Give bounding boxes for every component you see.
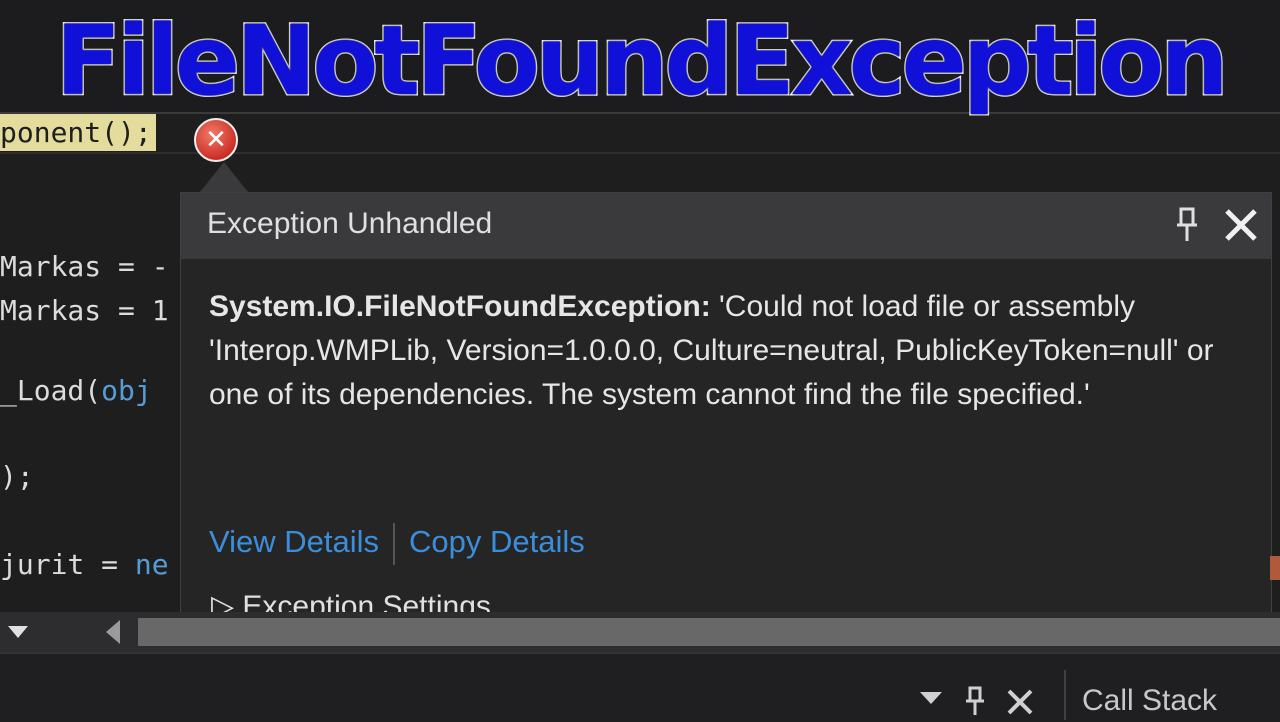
- copy-details-link[interactable]: Copy Details: [409, 524, 585, 559]
- code-line: );: [0, 460, 34, 493]
- exception-settings-toggle[interactable]: ▷ Exception Settings: [211, 589, 491, 612]
- error-margin-marker: [1270, 556, 1280, 580]
- current-statement-line: [0, 112, 1280, 154]
- scroll-left-icon[interactable]: [104, 620, 122, 644]
- pin-icon[interactable]: [1175, 207, 1199, 243]
- error-x-glyph: ✕: [205, 125, 227, 155]
- code-text: jurit =: [0, 548, 135, 581]
- close-icon[interactable]: [1221, 205, 1261, 245]
- tab-call-stack[interactable]: Call Stack: [1082, 684, 1217, 718]
- highlighted-statement: ponent();: [0, 114, 156, 151]
- expand-arrow-icon: ▷: [211, 590, 243, 612]
- pin-icon[interactable]: [964, 686, 986, 716]
- close-icon[interactable]: [1006, 688, 1034, 716]
- panel-divider: [1064, 670, 1066, 720]
- exception-popup: Exception Unhandled System.IO.FileNotFou…: [180, 192, 1272, 612]
- scrollbar-thumb[interactable]: [138, 618, 1280, 646]
- title-banner: FileNotFoundException: [0, 0, 1280, 118]
- code-keyword: ne: [134, 548, 169, 581]
- code-line: jurit = ne: [0, 548, 169, 581]
- code-text: _Load(: [0, 374, 102, 407]
- code-line: Markas = 1: [0, 294, 169, 327]
- code-line: Markas = -: [0, 250, 169, 283]
- code-editor[interactable]: ponent(); Markas = - Markas = 1 _Load(ob…: [0, 112, 1280, 612]
- popup-header: Exception Unhandled: [181, 193, 1271, 259]
- dropdown-arrow-icon[interactable]: [8, 626, 28, 640]
- code-line: _Load(obj: [0, 374, 152, 407]
- exception-message: System.IO.FileNotFoundException: 'Could …: [209, 285, 1239, 417]
- view-details-link[interactable]: View Details: [209, 524, 379, 559]
- code-keyword: obj: [101, 374, 152, 407]
- popup-links: View Details Copy Details: [209, 523, 585, 565]
- exception-type: System.IO.FileNotFoundException:: [209, 290, 711, 323]
- error-icon[interactable]: ✕: [194, 118, 238, 162]
- popup-callout-arrow: [200, 162, 248, 192]
- exception-settings-label: Exception Settings: [242, 590, 491, 612]
- horizontal-scrollbar[interactable]: [0, 612, 1280, 652]
- code-line: ponent();: [0, 114, 156, 151]
- dropdown-arrow-icon[interactable]: [920, 692, 942, 706]
- banner-title: FileNotFoundException: [54, 5, 1230, 118]
- popup-title: Exception Unhandled: [207, 207, 493, 240]
- link-separator: [393, 523, 396, 565]
